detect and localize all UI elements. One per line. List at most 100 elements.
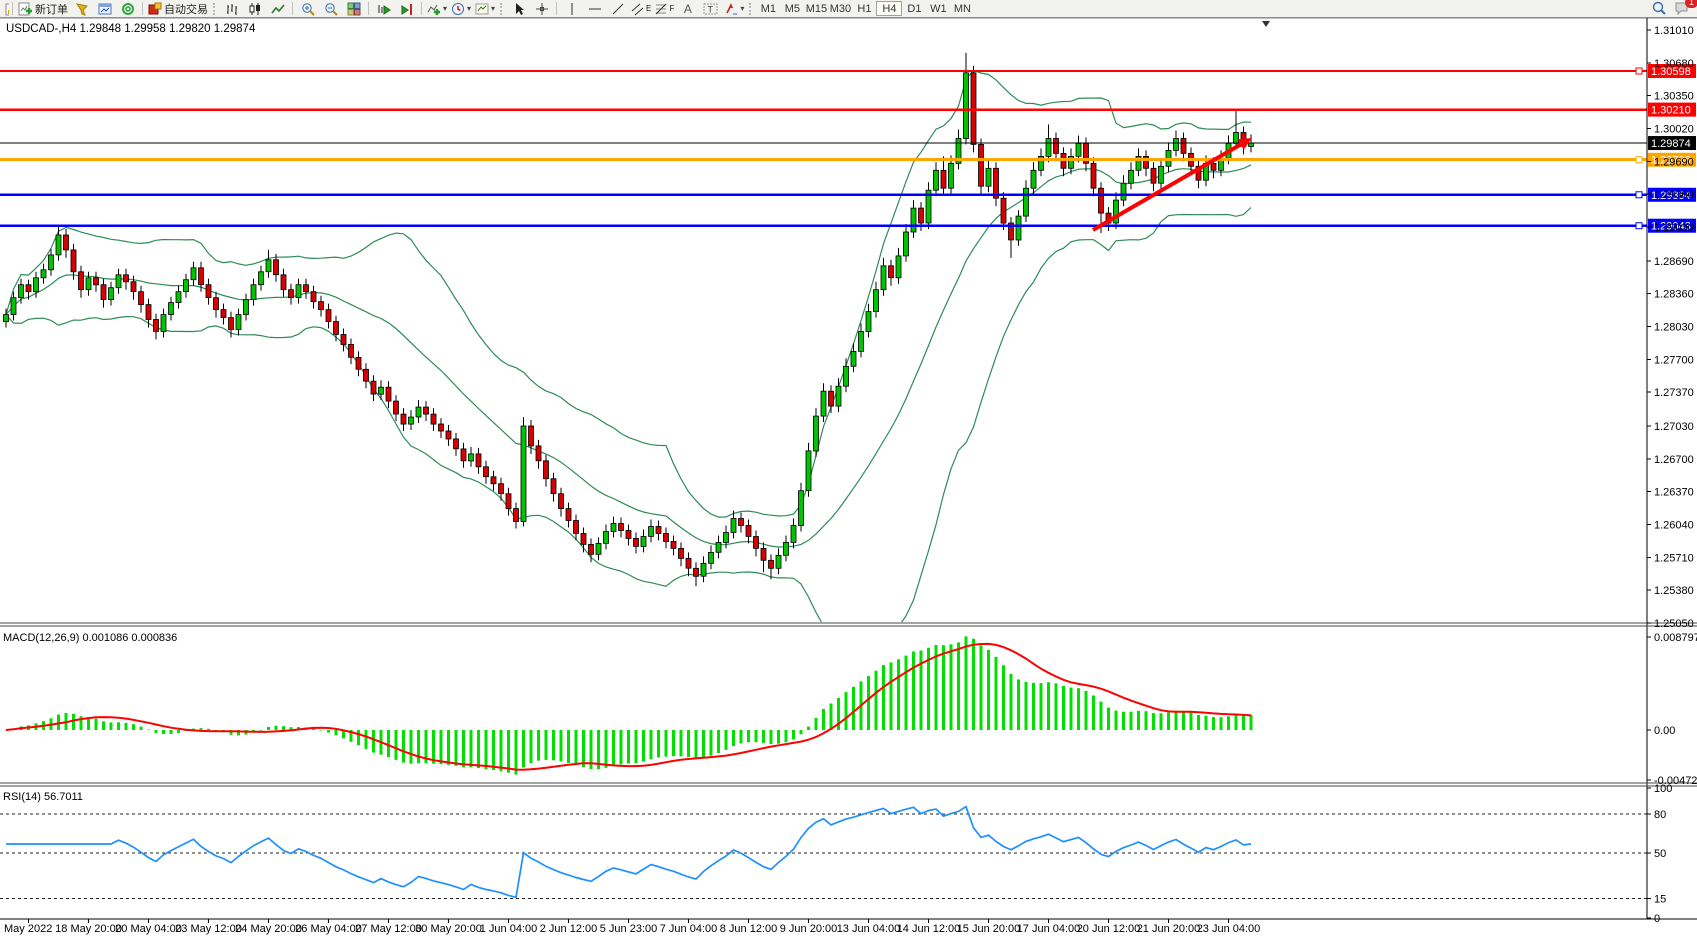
label-tool[interactable]: T (699, 1, 722, 17)
cursor-tool[interactable] (507, 1, 530, 17)
rsi-axis-label: 50 (1654, 848, 1666, 860)
rsi-axis-label: 100 (1654, 783, 1672, 795)
time-axis-label: 13 Jun 04:00 (837, 923, 901, 935)
time-axis-label: May 2022 (4, 923, 52, 935)
timeframe-bar: M1M5M15M30H1H4D1W1MN (756, 1, 974, 16)
mt4-window: { "toolbar": { "new_order_label": "新订单",… (0, 0, 1697, 939)
ohlc-info: USDCAD-,H4 1.29848 1.29958 1.29820 1.298… (6, 23, 256, 35)
new-order-label: 新订单 (35, 1, 68, 17)
editor-icon[interactable] (70, 1, 93, 17)
notifications-button[interactable]: 1 (1670, 1, 1693, 17)
time-axis-label: 27 May 12:00 (355, 923, 422, 935)
fibonacci-tool[interactable]: F (653, 1, 676, 17)
line-handle[interactable] (1636, 223, 1642, 229)
svg-text:1.30210: 1.30210 (1651, 105, 1691, 117)
chart-shift-icon[interactable] (395, 1, 418, 17)
templates-button[interactable]: ▾ (473, 1, 497, 17)
time-axis-label: 20 Jun 12:00 (1077, 923, 1141, 935)
chart-window-icon[interactable] (93, 1, 116, 17)
line-handle[interactable] (1636, 157, 1642, 163)
time-axis-label: 9 Jun 20:00 (780, 923, 838, 935)
rsi-axis-label: 0 (1654, 913, 1660, 925)
svg-text:1.29874: 1.29874 (1651, 138, 1691, 150)
svg-text:T: T (708, 4, 714, 14)
signals-icon[interactable] (116, 1, 139, 17)
search-icon[interactable] (1647, 1, 1670, 17)
price-axis-label: 1.31010 (1654, 25, 1694, 37)
new-order-button[interactable]: 新订单 (16, 1, 70, 17)
macd-axis-label: 0.008797 (1654, 632, 1697, 644)
bar-chart-icon[interactable] (220, 1, 243, 17)
timeframe-h4[interactable]: H4 (876, 1, 902, 16)
chart-background (0, 0, 1697, 939)
fibo-f-label: F (669, 4, 674, 13)
indicators-icon (427, 2, 441, 16)
time-axis-label: 24 May 20:00 (235, 923, 302, 935)
autotrade-icon (148, 2, 162, 16)
auto-scroll-icon[interactable] (372, 1, 395, 17)
equidistant-channel-tool[interactable]: E (629, 1, 653, 17)
timeframe-d1[interactable]: D1 (902, 1, 926, 16)
periods-button[interactable]: ▾ (449, 1, 473, 17)
price-axis-label: 1.28690 (1654, 256, 1694, 268)
time-axis-label: 18 May 20:00 (55, 923, 122, 935)
timeframe-m30[interactable]: M30 (828, 1, 852, 16)
vertical-line-tool[interactable] (560, 1, 583, 17)
zoom-in-icon[interactable] (296, 1, 319, 17)
tile-windows-icon[interactable] (342, 1, 365, 17)
templates-caret: ▾ (491, 5, 495, 13)
time-axis-label: 30 May 20:00 (415, 923, 482, 935)
crosshair-tool[interactable] (530, 1, 553, 17)
price-axis-label: 1.29690 (1654, 156, 1694, 168)
line-handle[interactable] (1636, 192, 1642, 198)
timeframe-w1[interactable]: W1 (926, 1, 950, 16)
main-toolbar: 新订单 自动交易 ▾ ▾ (0, 0, 1697, 18)
line-handle[interactable] (1636, 68, 1642, 74)
zoom-out-icon[interactable] (319, 1, 342, 17)
time-axis-label: 21 Jun 20:00 (1137, 923, 1201, 935)
timeframe-m15[interactable]: M15 (804, 1, 828, 16)
text-tool-label: A (684, 2, 692, 16)
timeframe-h1[interactable]: H1 (852, 1, 876, 16)
arrows-caret: ▾ (740, 5, 744, 13)
timeframe-mn[interactable]: MN (950, 1, 974, 16)
price-axis-label: 1.30020 (1654, 124, 1694, 136)
arrows-tool[interactable]: ▾ (722, 1, 746, 17)
price-axis-label: 1.29030 (1654, 222, 1694, 234)
autotrade-button[interactable]: 自动交易 (146, 1, 210, 17)
macd-axis-label: 0.00 (1654, 725, 1675, 737)
price-axis-label: 1.26040 (1654, 520, 1694, 532)
price-axis-label: 1.25710 (1654, 552, 1694, 564)
periods-caret: ▾ (467, 5, 471, 13)
macd-label: MACD(12,26,9) 0.001086 0.000836 (3, 632, 177, 644)
text-tool[interactable]: A (676, 1, 699, 17)
horizontal-line-tool[interactable] (583, 1, 606, 17)
periods-icon (451, 2, 465, 16)
indicators-button[interactable]: ▾ (425, 1, 449, 17)
price-badge: 1.29874 (1648, 136, 1696, 150)
indicators-caret: ▾ (443, 5, 447, 13)
price-axis-label: 1.27700 (1654, 354, 1694, 366)
price-axis-label: 1.30680 (1654, 58, 1694, 70)
price-axis-label: 1.25050 (1654, 618, 1694, 630)
price-axis-label: 1.25380 (1654, 585, 1694, 597)
price-axis-label: 1.29360 (1654, 189, 1694, 201)
rsi-axis-label: 15 (1654, 894, 1666, 906)
time-axis-label: 7 Jun 04:00 (660, 923, 718, 935)
timeframe-m1[interactable]: M1 (756, 1, 780, 16)
line-chart-icon[interactable] (266, 1, 289, 17)
time-axis-label: 1 Jun 04:00 (480, 923, 538, 935)
time-axis-label: 26 May 04:00 (295, 923, 362, 935)
clipped-toolbar-icon[interactable] (0, 1, 9, 17)
price-axis-label: 1.28360 (1654, 289, 1694, 301)
chart-canvas[interactable]: 1.305981.302101.298741.297061.293541.290… (0, 0, 1697, 939)
trendline-tool[interactable] (606, 1, 629, 17)
timeframe-m5[interactable]: M5 (780, 1, 804, 16)
notification-badge: 1 (1685, 0, 1697, 8)
time-axis-label: 17 Jun 04:00 (1017, 923, 1081, 935)
templates-icon (475, 2, 489, 16)
price-axis-label: 1.26700 (1654, 454, 1694, 466)
candlestick-icon[interactable] (243, 1, 266, 17)
time-axis-label: 15 Jun 20:00 (957, 923, 1021, 935)
time-axis-label: 2 Jun 12:00 (540, 923, 598, 935)
